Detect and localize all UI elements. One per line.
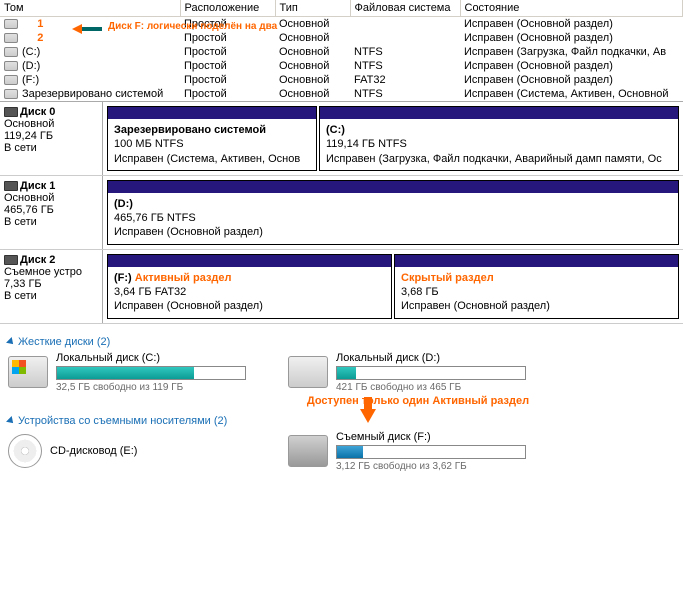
annotation-text: Активный раздел <box>135 272 232 284</box>
drive-item-c[interactable]: Локальный диск (C:) 32,5 ГБ свободно из … <box>8 352 248 393</box>
drive-name: Локальный диск (D:) <box>336 352 528 364</box>
partition-header <box>320 107 678 119</box>
annotation-number: 1 <box>37 18 43 30</box>
hdd-windows-icon <box>8 356 48 388</box>
partition-header <box>108 181 678 193</box>
table-row[interactable]: 1 ПростойОсновнойИсправен (Основной разд… <box>0 17 683 32</box>
partition-hidden[interactable]: Скрытый раздел3,68 ГБИсправен (Основной … <box>394 254 679 319</box>
drive-free-text: 3,12 ГБ свободно из 3,62 ГБ <box>336 461 528 472</box>
table-header-row[interactable]: Том Расположение Тип Файловая система Со… <box>0 0 683 17</box>
disk-label: Диск 1 Основной465,76 ГБВ сети <box>0 176 103 249</box>
disk-label: Диск 2 Съемное устро7,33 ГБВ сети <box>0 250 103 323</box>
drive-name: Съемный диск (F:) <box>336 431 528 443</box>
disk-icon <box>4 181 18 191</box>
volume-icon <box>4 89 18 99</box>
chevron-icon <box>6 416 16 426</box>
cd-icon <box>8 434 42 468</box>
partition[interactable]: (C:)119,14 ГБ NTFSИсправен (Загрузка, Фа… <box>319 106 679 171</box>
capacity-bar <box>336 366 526 380</box>
disk-icon <box>4 107 18 117</box>
annotation-text: Скрытый раздел <box>401 272 494 284</box>
drive-free-text: 32,5 ГБ свободно из 119 ГБ <box>56 382 248 393</box>
annotation-arrow-down-icon <box>360 409 376 423</box>
drive-item-d[interactable]: Локальный диск (D:) 421 ГБ свободно из 4… <box>288 352 528 393</box>
chevron-icon <box>6 337 16 347</box>
hdd-icon <box>288 356 328 388</box>
partition-header <box>395 255 678 267</box>
partition[interactable]: (D:)465,76 ГБ NTFSИсправен (Основной раз… <box>107 180 679 245</box>
group-header-removable[interactable]: Устройства со съемными носителями (2) <box>8 409 308 431</box>
drive-free-text: 421 ГБ свободно из 465 ГБ <box>336 382 528 393</box>
removable-disk-icon <box>288 435 328 467</box>
volume-icon <box>4 47 18 57</box>
drive-name: Локальный диск (C:) <box>56 352 248 364</box>
volume-icon <box>4 61 18 71</box>
annotation-number: 2 <box>37 32 43 44</box>
drive-item-e[interactable]: CD-дисковод (E:) <box>8 431 248 472</box>
volume-icon <box>4 19 18 29</box>
table-row[interactable]: (C:) ПростойОсновнойNTFSИсправен (Загруз… <box>0 45 683 59</box>
capacity-bar <box>56 366 246 380</box>
annotation-text: Доступен только один Активный раздел <box>307 395 529 407</box>
disk-row[interactable]: Диск 0 Основной119,24 ГБВ сети Зарезерви… <box>0 102 683 176</box>
partition-header <box>108 107 316 119</box>
volume-icon <box>4 75 18 85</box>
capacity-bar <box>336 445 526 459</box>
disk-row[interactable]: Диск 1 Основной465,76 ГБВ сети (D:)465,7… <box>0 176 683 250</box>
partition[interactable]: Зарезервировано системой100 МБ NTFSИспра… <box>107 106 317 171</box>
col-volume[interactable]: Том <box>0 0 180 17</box>
disk-row[interactable]: Диск 2 Съемное устро7,33 ГБВ сети (F:) А… <box>0 250 683 324</box>
col-type[interactable]: Тип <box>275 0 350 17</box>
table-row[interactable]: (D:) ПростойОсновнойNTFSИсправен (Основн… <box>0 59 683 73</box>
partition-header <box>108 255 391 267</box>
annotation-arrow-icon <box>72 24 102 37</box>
col-layout[interactable]: Расположение <box>180 0 275 17</box>
table-row[interactable]: (F:) ПростойОсновнойFAT32Исправен (Основ… <box>0 73 683 87</box>
table-row[interactable]: Зарезервировано системой ПростойОсновной… <box>0 87 683 101</box>
drive-name: CD-дисковод (E:) <box>50 445 248 457</box>
drive-item-f[interactable]: Съемный диск (F:) 3,12 ГБ свободно из 3,… <box>288 431 528 472</box>
disk-label: Диск 0 Основной119,24 ГБВ сети <box>0 102 103 175</box>
explorer-section: Жесткие диски (2) Локальный диск (C:) 32… <box>0 324 683 478</box>
table-row[interactable]: 2 ПростойОсновнойИсправен (Основной разд… <box>0 31 683 45</box>
volume-table[interactable]: Том Расположение Тип Файловая система Со… <box>0 0 683 101</box>
partition-active[interactable]: (F:) Активный раздел3,64 ГБ FAT32Исправе… <box>107 254 392 319</box>
volume-icon <box>4 33 18 43</box>
disk-icon <box>4 255 18 265</box>
col-status[interactable]: Состояние <box>460 0 683 17</box>
annotation-text: Диск F: логически поделён на два <box>108 21 277 32</box>
group-header-hdd[interactable]: Жесткие диски (2) <box>8 330 675 352</box>
col-fs[interactable]: Файловая система <box>350 0 460 17</box>
